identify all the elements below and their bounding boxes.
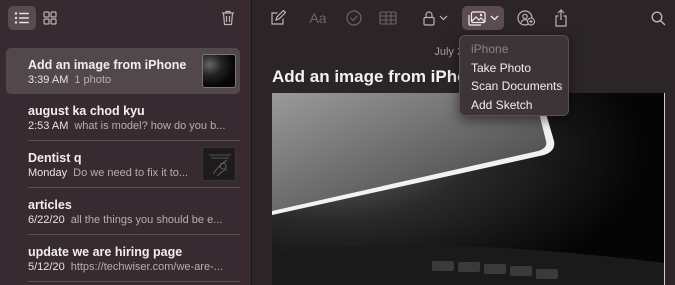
menu-section-header: iPhone xyxy=(471,42,509,56)
note-date: 5/12/20 xyxy=(28,261,65,273)
note-list: Add an image from iPhone 3:39 AM 1 photo … xyxy=(6,48,240,282)
laptop-photo xyxy=(272,93,665,285)
note-list-item[interactable]: update we are hiring page 5/12/20 https:/… xyxy=(6,235,240,281)
note-heading[interactable]: Add an image from iPhone xyxy=(272,67,472,87)
format-button[interactable]: Aa xyxy=(305,6,331,30)
share-icon xyxy=(555,9,567,27)
lock-button[interactable] xyxy=(421,6,449,30)
share-button[interactable] xyxy=(550,6,572,30)
note-preview: what is model? how do you b... xyxy=(74,120,226,132)
text-format-icon: Aa xyxy=(309,10,327,26)
trash-icon xyxy=(222,10,234,26)
note-meta: Monday Do we need to fix it to... xyxy=(28,167,203,179)
note-preview: all the things you should be e... xyxy=(70,214,223,226)
note-image[interactable] xyxy=(272,93,665,285)
note-preview: Do we need to fix it to... xyxy=(73,167,189,179)
note-meta: 3:39 AM 1 photo xyxy=(28,74,203,86)
sketch-drawing-icon xyxy=(209,154,231,177)
photo-thumbnail xyxy=(202,54,236,88)
delete-button[interactable] xyxy=(214,6,242,30)
gallery-view-icon xyxy=(43,11,57,25)
note-title: Add an image from iPhone xyxy=(28,58,187,72)
note-title: Dentist q xyxy=(28,151,82,165)
divider xyxy=(28,281,240,282)
note-preview: https://techwiser.com/we-are-... xyxy=(70,261,223,273)
table-icon xyxy=(379,11,397,25)
menu-item-scan-documents[interactable]: Scan Documents xyxy=(460,77,568,96)
menu-item-add-sketch[interactable]: Add Sketch xyxy=(460,96,568,115)
insert-media-menu: iPhone Take Photo Scan Documents Add Ske… xyxy=(459,35,569,116)
menu-item-take-photo[interactable]: Take Photo xyxy=(460,59,568,78)
note-list-item[interactable]: Add an image from iPhone 3:39 AM 1 photo xyxy=(6,48,240,94)
gallery-view-button[interactable] xyxy=(36,6,64,30)
add-people-icon xyxy=(517,10,535,26)
table-button[interactable] xyxy=(377,6,399,30)
note-meta: 6/22/20 all the things you should be e... xyxy=(28,214,228,226)
list-view-button[interactable] xyxy=(8,6,36,30)
chevron-down-icon xyxy=(439,15,447,21)
note-preview: 1 photo xyxy=(74,74,112,86)
checklist-icon xyxy=(346,10,362,26)
list-view-icon xyxy=(14,12,29,24)
note-title: update we are hiring page xyxy=(28,245,183,259)
search-icon xyxy=(650,10,665,25)
media-button[interactable] xyxy=(462,6,504,30)
note-list-item[interactable]: Dentist q Monday Do we need to fix it to.… xyxy=(6,141,240,187)
collaborate-button[interactable] xyxy=(514,6,538,30)
note-date: 2:53 AM xyxy=(28,120,69,132)
sidebar-toolbar xyxy=(0,0,251,36)
compose-icon xyxy=(271,10,286,25)
note-date: 3:39 AM xyxy=(28,74,69,86)
photo-gallery-icon xyxy=(467,10,486,26)
note-list-item[interactable]: august ka chod kyu 2:53 AM what is model?… xyxy=(6,94,240,140)
lock-icon xyxy=(422,10,435,26)
chevron-down-icon xyxy=(490,15,498,21)
new-note-button[interactable] xyxy=(267,6,289,30)
note-meta: 2:53 AM what is model? how do you b... xyxy=(28,120,228,132)
notes-sidebar: Add an image from iPhone 3:39 AM 1 photo … xyxy=(0,0,252,285)
note-title: articles xyxy=(28,198,72,212)
note-title: august ka chod kyu xyxy=(28,104,145,118)
editor-toolbar: Aa xyxy=(253,0,675,36)
note-date: 6/22/20 xyxy=(28,214,65,226)
note-date: Monday xyxy=(28,167,68,179)
checklist-button[interactable] xyxy=(343,6,365,30)
sketch-thumbnail xyxy=(202,147,236,181)
search-button[interactable] xyxy=(647,6,669,30)
note-meta: 5/12/20 https://techwiser.com/we-are-... xyxy=(28,261,228,273)
note-list-item[interactable]: articles 6/22/20 all the things you shoul… xyxy=(6,188,240,234)
